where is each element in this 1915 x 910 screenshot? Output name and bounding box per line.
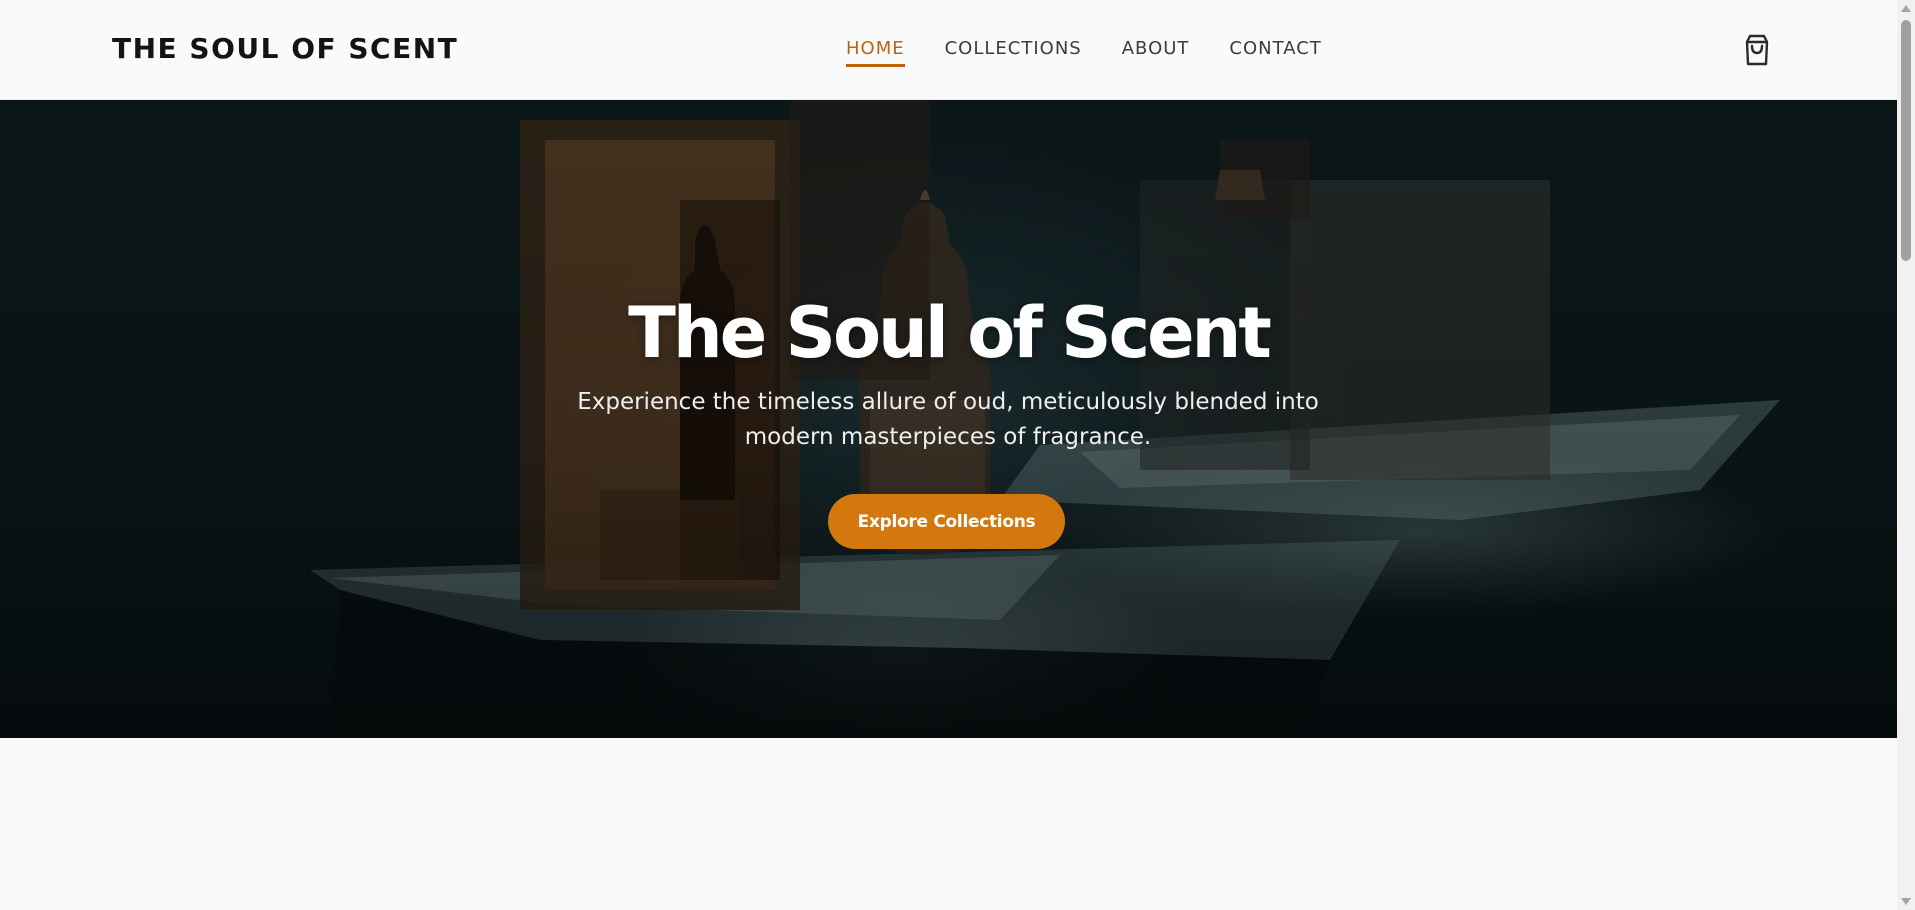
scrollbar-thumb[interactable]: [1901, 20, 1911, 261]
shopping-bag-icon: [1745, 34, 1769, 66]
site-header: THE SOUL OF SCENT HOME COLLECTIONS ABOUT…: [0, 0, 1897, 100]
scroll-up-arrow-icon[interactable]: [1901, 5, 1911, 12]
page: THE SOUL OF SCENT HOME COLLECTIONS ABOUT…: [0, 0, 1915, 910]
hero-section: The Soul of Scent Experience the timeles…: [0, 100, 1897, 738]
nav-home[interactable]: HOME: [846, 38, 905, 67]
hero-subtitle: Experience the timeless allure of oud, m…: [577, 389, 1319, 450]
cart-button[interactable]: [1741, 33, 1773, 67]
hero-title: The Soul of Scent: [628, 292, 1272, 374]
brand-logo[interactable]: THE SOUL OF SCENT: [112, 32, 458, 65]
nav-contact[interactable]: CONTACT: [1229, 38, 1321, 64]
nav-about[interactable]: ABOUT: [1122, 38, 1190, 64]
nav-collections[interactable]: COLLECTIONS: [945, 38, 1082, 64]
explore-collections-button[interactable]: Explore Collections: [828, 494, 1065, 549]
scroll-down-arrow-icon[interactable]: [1901, 898, 1911, 905]
page-scrollbar[interactable]: [1897, 0, 1915, 910]
main-nav: HOME COLLECTIONS ABOUT CONTACT: [846, 38, 1322, 67]
